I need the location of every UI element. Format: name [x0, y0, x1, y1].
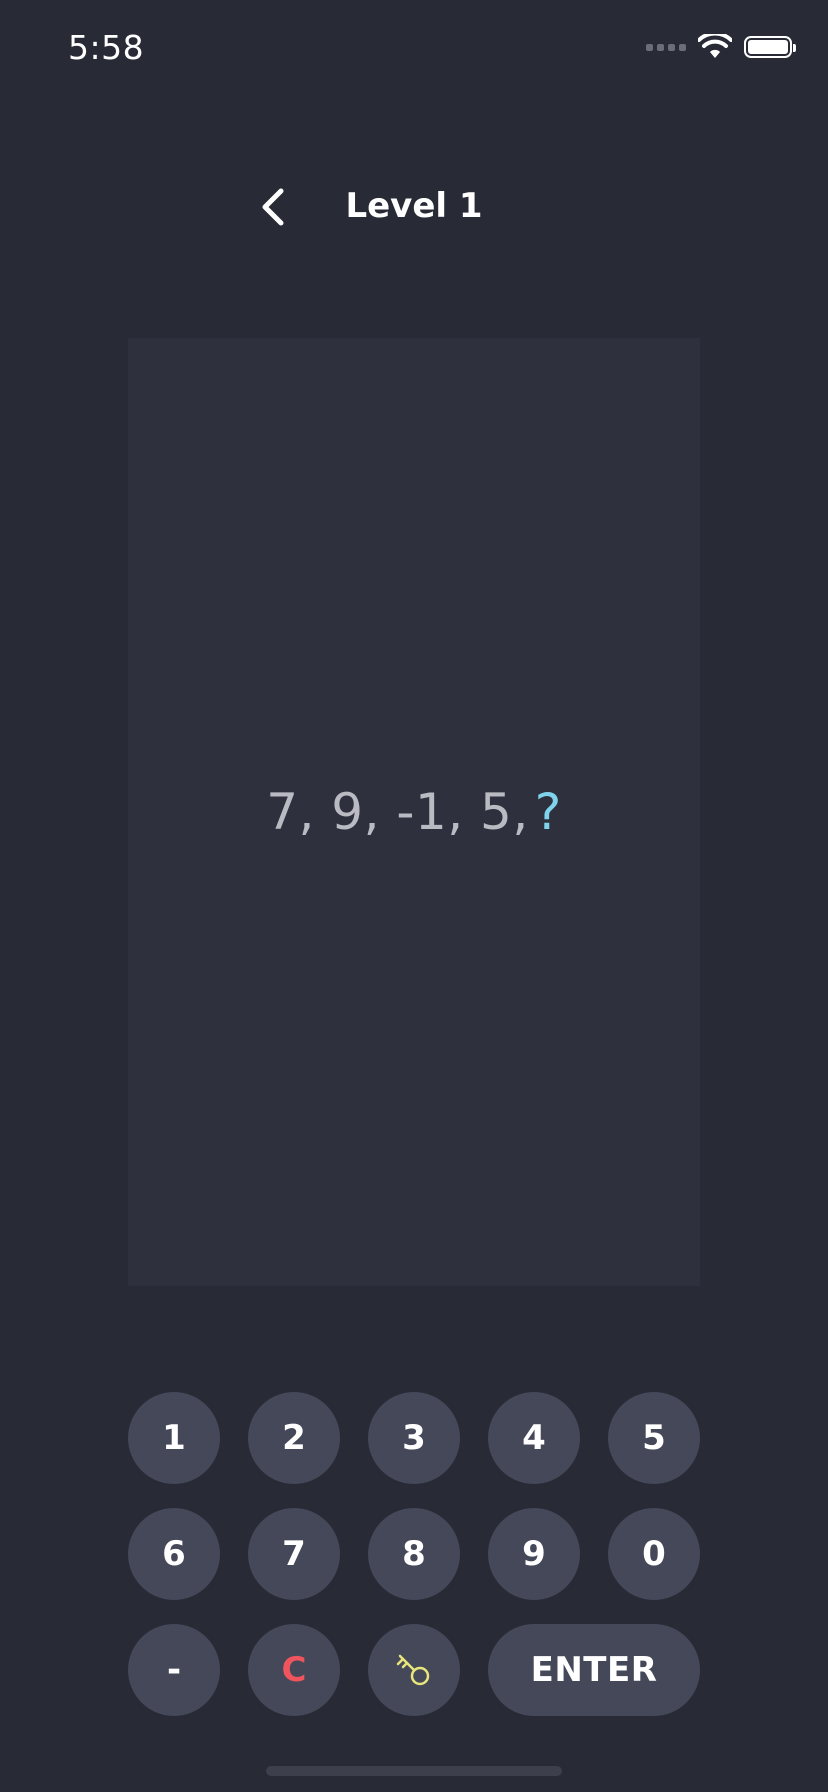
status-icons — [646, 34, 796, 60]
battery-icon — [744, 36, 796, 58]
status-bar: 5:58 — [0, 0, 828, 100]
home-indicator[interactable] — [266, 1766, 562, 1776]
key-6[interactable]: 6 — [128, 1508, 220, 1600]
puzzle-card: 7, 9, -1, 5,? — [128, 338, 700, 1286]
sequence-values: 7, 9, -1, 5, — [266, 783, 529, 841]
key-2[interactable]: 2 — [248, 1392, 340, 1484]
number-sequence: 7, 9, -1, 5,? — [266, 783, 562, 841]
key-9[interactable]: 9 — [488, 1508, 580, 1600]
key-4[interactable]: 4 — [488, 1392, 580, 1484]
status-time: 5:58 — [68, 28, 145, 67]
cellular-signal-icon — [646, 43, 686, 51]
key-0[interactable]: 0 — [608, 1508, 700, 1600]
unknown-marker: ? — [534, 783, 562, 841]
clear-key[interactable]: C — [248, 1624, 340, 1716]
wifi-icon — [698, 34, 732, 58]
level-title: Level 1 — [345, 186, 483, 226]
key-5[interactable]: 5 — [608, 1392, 700, 1484]
hint-key-button[interactable] — [368, 1624, 460, 1716]
key-7[interactable]: 7 — [248, 1508, 340, 1600]
key-1[interactable]: 1 — [128, 1392, 220, 1484]
enter-button[interactable]: ENTER — [488, 1624, 700, 1716]
key-8[interactable]: 8 — [368, 1508, 460, 1600]
key-3[interactable]: 3 — [368, 1392, 460, 1484]
minus-key[interactable]: - — [128, 1624, 220, 1716]
key-icon — [396, 1654, 430, 1686]
nav-bar: Level 1 — [0, 170, 828, 244]
